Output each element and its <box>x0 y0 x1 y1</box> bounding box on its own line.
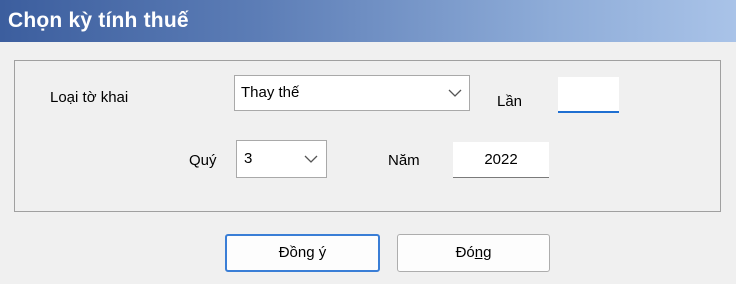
lan-input[interactable] <box>558 77 619 113</box>
close-button-label-a: Đó <box>455 244 475 261</box>
loai-to-khai-dropdown[interactable]: Thay thế <box>234 75 470 111</box>
ok-button-label-b: ý <box>314 244 327 261</box>
title-bar[interactable]: Chọn kỳ tính thuế <box>0 0 736 42</box>
tax-period-group: Loại tờ khai Thay thế Lần Quý 3 Năm 2022 <box>14 60 721 212</box>
nam-value: 2022 <box>484 150 518 168</box>
ok-button-mnemonic: g <box>306 244 315 261</box>
close-button[interactable]: Đóng <box>397 234 550 272</box>
window-title: Chọn kỳ tính thuế <box>8 9 189 32</box>
quy-label: Quý <box>189 152 217 169</box>
nam-input[interactable]: 2022 <box>453 142 549 178</box>
close-button-mnemonic: ng <box>474 244 492 261</box>
loai-to-khai-value: Thay thế <box>241 84 300 101</box>
lan-label: Lần <box>497 93 523 110</box>
quy-dropdown[interactable]: 3 <box>236 140 327 178</box>
nam-label: Năm <box>388 152 420 169</box>
quy-value: 3 <box>244 150 253 167</box>
ok-button[interactable]: Đồng ý <box>225 234 380 272</box>
ok-button-label-a: Đồn <box>278 244 307 261</box>
chevron-down-icon[interactable] <box>444 76 466 110</box>
chevron-down-icon[interactable] <box>300 141 322 177</box>
loai-to-khai-label: Loại tờ khai <box>50 89 129 106</box>
